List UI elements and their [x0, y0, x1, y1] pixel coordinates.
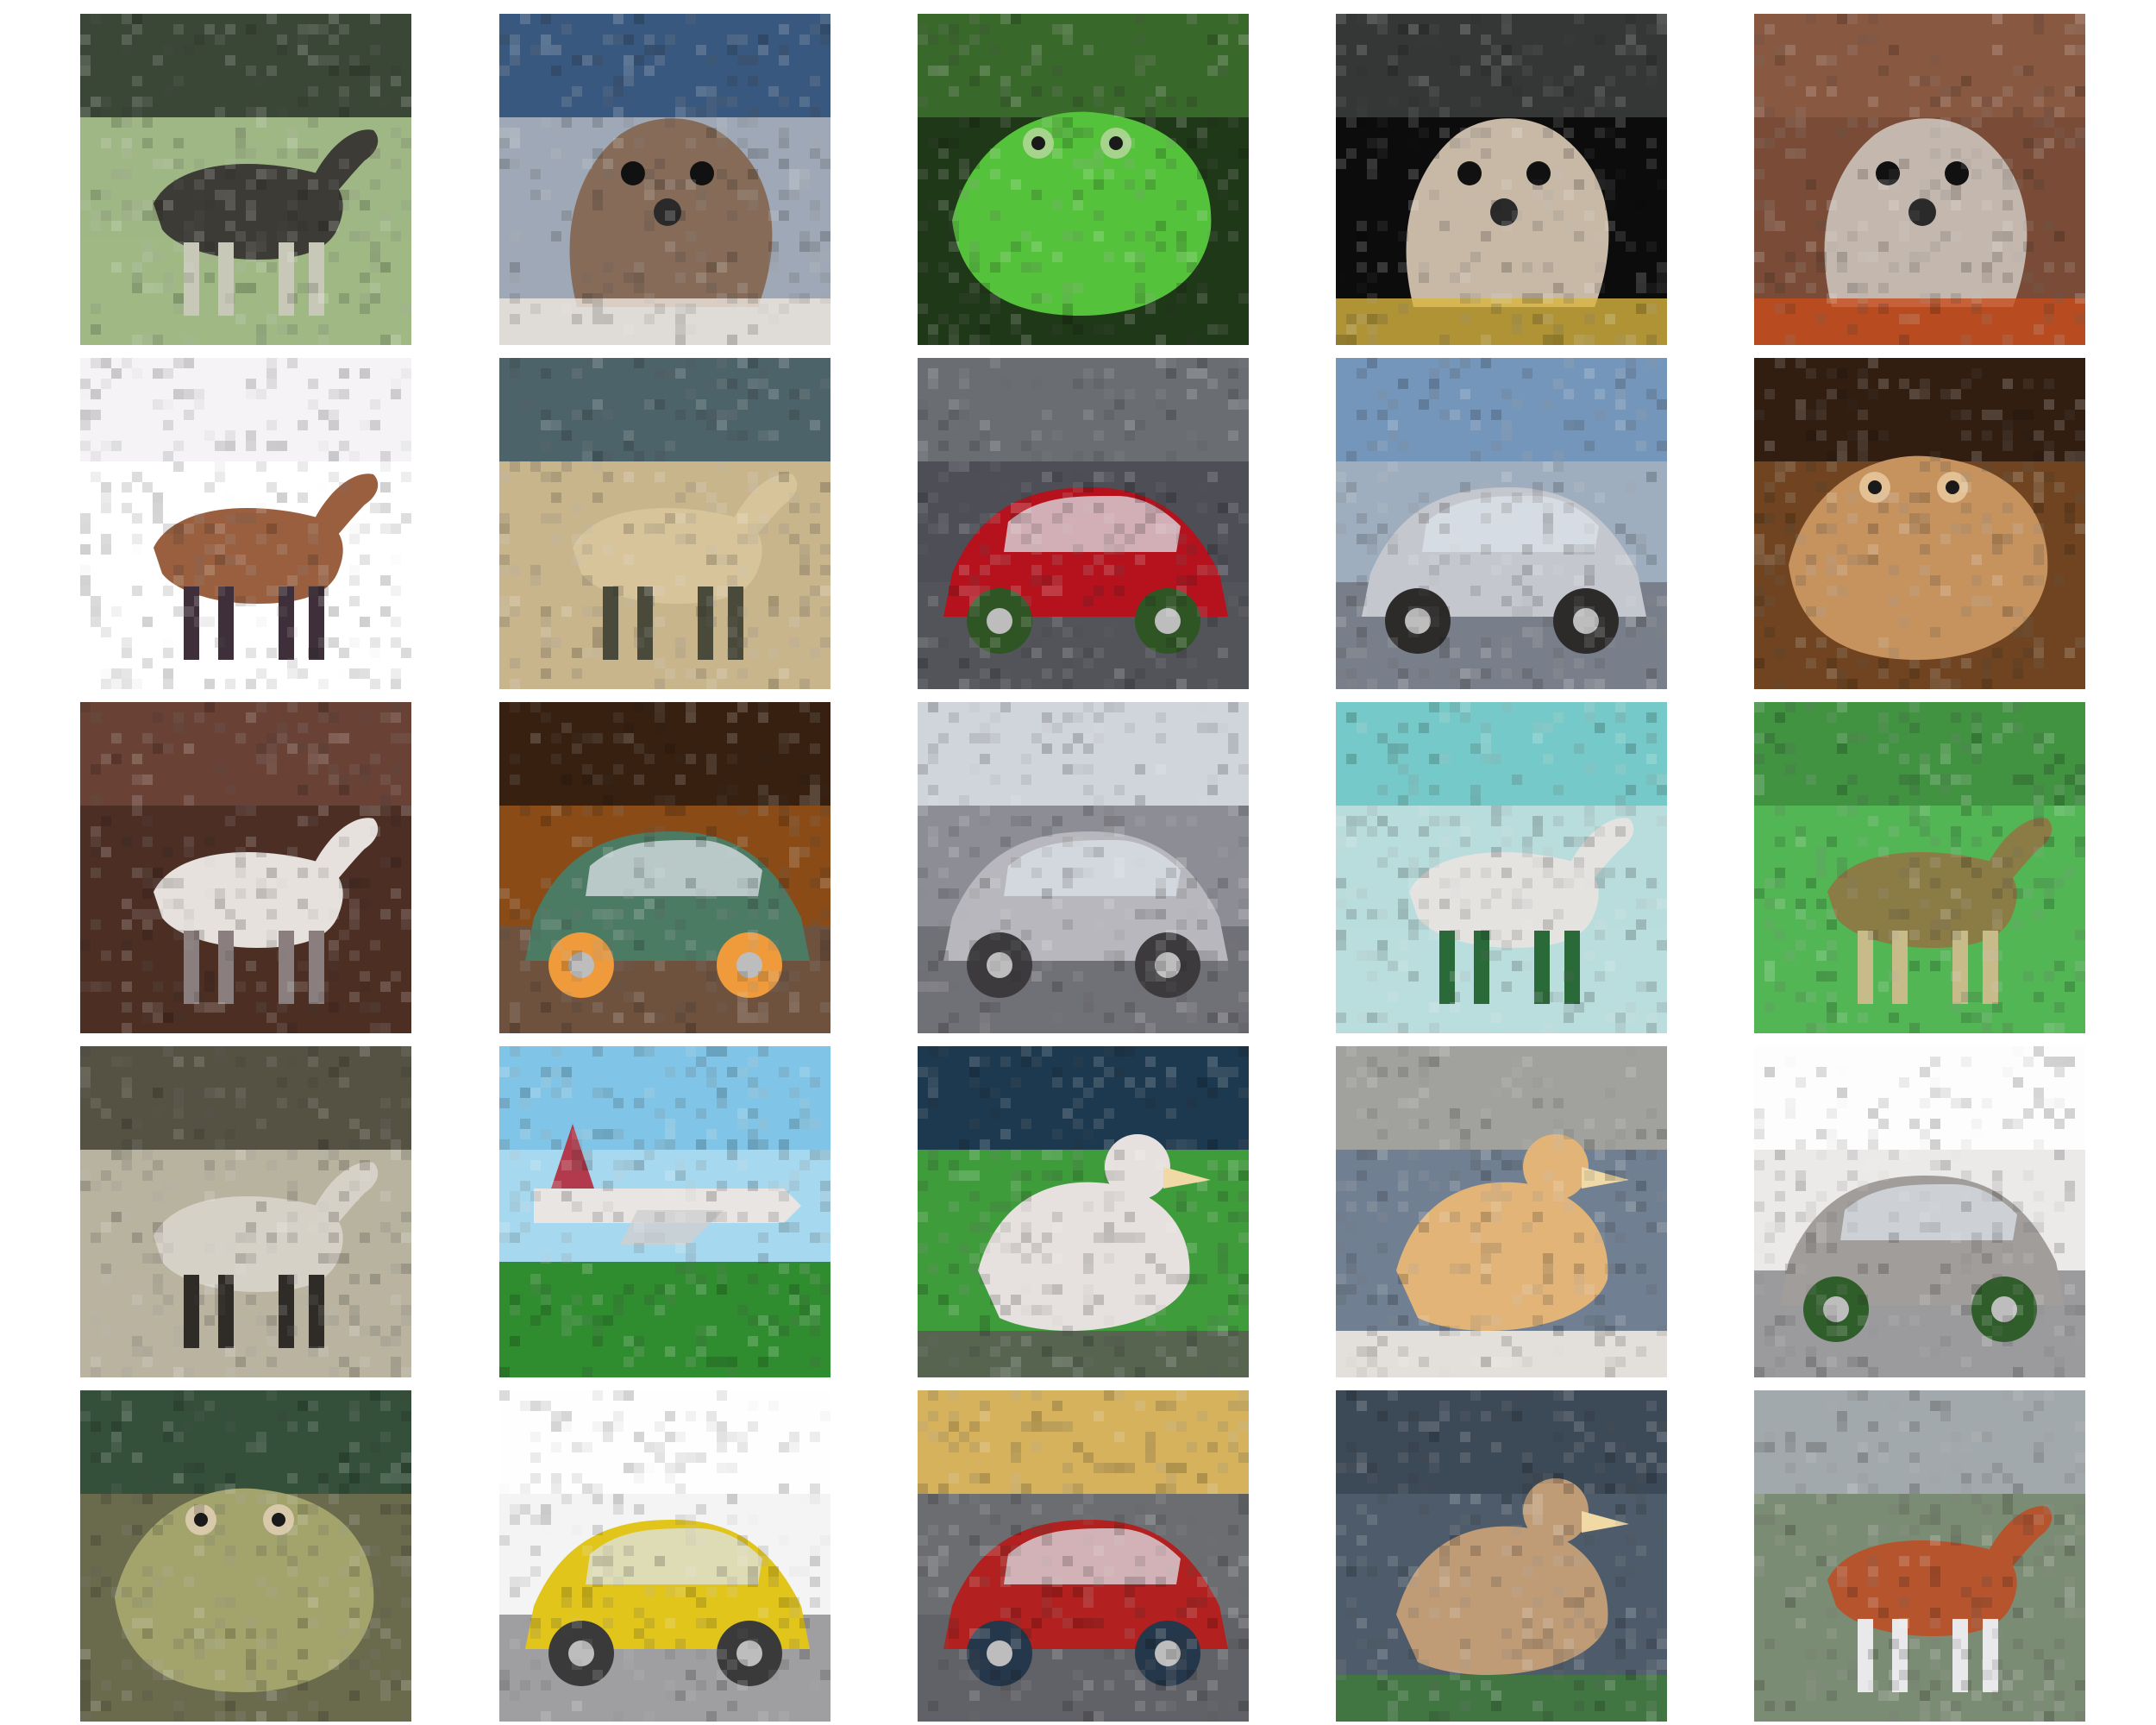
- thumbnail-airplane: [499, 1046, 830, 1377]
- thumbnail-automobile: [918, 358, 1249, 689]
- thumbnail-cat: [499, 14, 830, 345]
- thumbnail-frog: [1754, 358, 2085, 689]
- thumbnail-image: [1336, 1390, 1667, 1722]
- thumbnail-image: [499, 1046, 830, 1377]
- thumbnail-automobile: [499, 702, 830, 1033]
- thumbnail-automobile: [918, 1390, 1249, 1722]
- thumbnail-horse: [1336, 702, 1667, 1033]
- thumbnail-image: [80, 702, 411, 1033]
- thumbnail-deer: [1754, 1390, 2085, 1722]
- thumbnail-horse: [80, 358, 411, 689]
- thumbnail-image: [499, 358, 830, 689]
- thumbnail-horse: [80, 702, 411, 1033]
- thumbnail-deer: [1754, 702, 2085, 1033]
- thumbnail-deer: [499, 358, 830, 689]
- image-grid: [0, 0, 2156, 1725]
- thumbnail-automobile: [499, 1390, 830, 1722]
- thumbnail-image: [918, 14, 1249, 345]
- thumbnail-image: [918, 702, 1249, 1033]
- thumbnail-bird: [1336, 1046, 1667, 1377]
- thumbnail-image: [918, 1046, 1249, 1377]
- thumbnail-image: [1336, 14, 1667, 345]
- thumbnail-image: [80, 1046, 411, 1377]
- thumbnail-dog: [1336, 14, 1667, 345]
- thumbnail-image: [1754, 1390, 2085, 1722]
- thumbnail-image: [80, 358, 411, 689]
- thumbnail-image: [1336, 1046, 1667, 1377]
- thumbnail-image: [80, 1390, 411, 1722]
- thumbnail-frog: [80, 1390, 411, 1722]
- thumbnail-deer: [80, 14, 411, 345]
- thumbnail-image: [1336, 358, 1667, 689]
- thumbnail-image: [499, 14, 830, 345]
- thumbnail-image: [1336, 702, 1667, 1033]
- thumbnail-frog: [918, 14, 1249, 345]
- thumbnail-image: [499, 1390, 830, 1722]
- thumbnail-image: [499, 702, 830, 1033]
- thumbnail-image: [1754, 702, 2085, 1033]
- thumbnail-bird: [1336, 1390, 1667, 1722]
- thumbnail-image: [1754, 14, 2085, 345]
- thumbnail-horse: [80, 1046, 411, 1377]
- thumbnail-image: [80, 14, 411, 345]
- thumbnail-truck: [918, 702, 1249, 1033]
- thumbnail-automobile: [1336, 358, 1667, 689]
- thumbnail-cat: [1754, 14, 2085, 345]
- thumbnail-image: [918, 358, 1249, 689]
- thumbnail-bird: [918, 1046, 1249, 1377]
- thumbnail-image: [1754, 1046, 2085, 1377]
- thumbnail-image: [1754, 358, 2085, 689]
- thumbnail-truck: [1754, 1046, 2085, 1377]
- thumbnail-image: [918, 1390, 1249, 1722]
